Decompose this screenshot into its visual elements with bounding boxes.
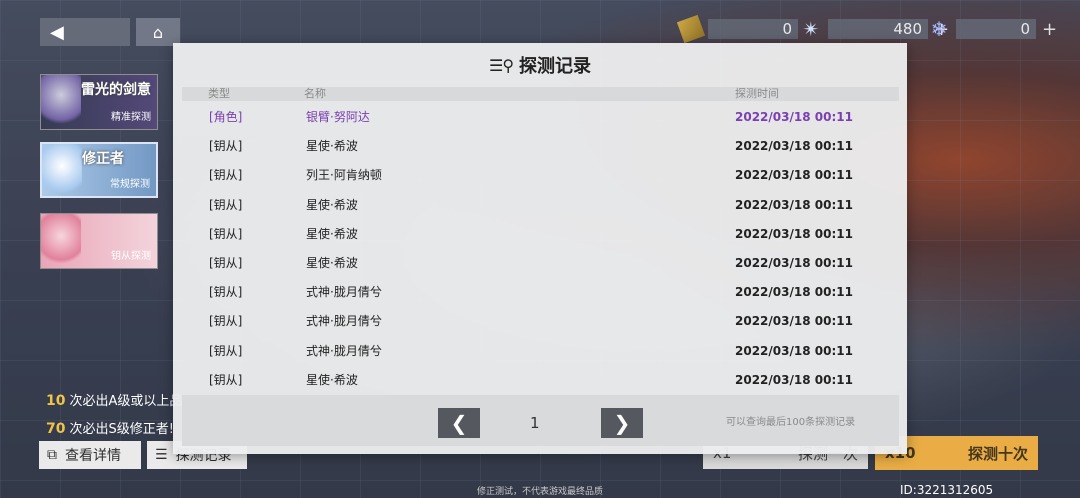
modal-header: ☰⚲ 探测记录 [173,43,907,87]
next-page-button[interactable]: ❯ [601,408,643,438]
record-time: 2022/03/18 00:11 [735,285,853,300]
records-table: [角色] 银臂·努阿达 2022/03/18 00:11 [钥从] 星使·希波 2022/… [182,103,899,395]
record-type: [角色] [209,110,243,124]
record-type: [钥从] [209,285,243,300]
modal-title: 探测记录 [519,56,592,77]
record-name: 星使·希波 [306,255,358,270]
table-row: [钥从] 式神·胧月倩兮 2022/03/18 00:11 [182,307,899,336]
prev-page-button[interactable]: ❮ [438,408,480,438]
records-modal: ☰⚲ 探测记录 类型 名称 探测时间 [角色] 银臂·努阿达 2022/03/18 … [173,43,907,454]
table-header: 类型 名称 探测时间 [182,87,899,101]
column-type: 类型 [208,87,230,100]
record-type: [钥从] [209,255,243,270]
table-row: [钥从] 星使·希波 2022/03/18 00:11 [182,249,899,278]
record-time: 2022/03/18 00:11 [735,343,853,358]
page-number: 1 [530,414,540,432]
record-name: 星使·希波 [306,139,358,154]
record-type: [钥从] [209,197,243,212]
table-row: [钥从] 式神·胧月倩兮 2022/03/18 00:11 [182,337,899,366]
search-list-icon: ☰⚲ [488,55,514,75]
record-type: [钥从] [209,139,243,154]
record-type: [钥从] [209,343,243,358]
pagination: ❮ 1 ❯ 可以查询最后100条探测记录 [182,395,899,446]
record-type: [钥从] [209,314,243,329]
column-time: 探测时间 [735,87,779,100]
record-type: [钥从] [209,372,243,387]
record-time: 2022/03/18 00:11 [735,372,853,387]
record-type: [钥从] [209,226,243,241]
record-name: 银臂·努阿达 [306,110,370,124]
table-row: [钥从] 星使·希波 2022/03/18 00:11 [182,220,899,249]
record-time: 2022/03/18 00:11 [735,168,853,183]
record-type: [钥从] [209,168,243,183]
record-name: 星使·希波 [306,372,358,387]
table-row: [钥从] 星使·希波 2022/03/18 00:11 [182,366,899,395]
record-time: 2022/03/18 00:11 [735,197,853,212]
table-row: [钥从] 式神·胧月倩兮 2022/03/18 00:11 [182,278,899,307]
record-time: 2022/03/18 00:11 [735,110,853,124]
record-name: 星使·希波 [306,197,358,212]
table-row: [角色] 银臂·努阿达 2022/03/18 00:11 [182,103,899,132]
table-row: [钥从] 星使·希波 2022/03/18 00:11 [182,191,899,220]
pagination-note: 可以查询最后100条探测记录 [726,417,856,428]
column-name: 名称 [304,87,326,100]
record-name: 式神·胧月倩兮 [306,314,382,329]
table-row: [钥从] 列王·阿肯纳顿 2022/03/18 00:11 [182,161,899,190]
record-name: 列王·阿肯纳顿 [306,168,382,183]
record-name: 式神·胧月倩兮 [306,343,382,358]
record-time: 2022/03/18 00:11 [735,226,853,241]
record-name: 星使·希波 [306,226,358,241]
record-time: 2022/03/18 00:11 [735,314,853,329]
record-time: 2022/03/18 00:11 [735,139,853,154]
record-name: 式神·胧月倩兮 [306,285,382,300]
record-time: 2022/03/18 00:11 [735,255,853,270]
table-row: [钥从] 星使·希波 2022/03/18 00:11 [182,132,899,161]
